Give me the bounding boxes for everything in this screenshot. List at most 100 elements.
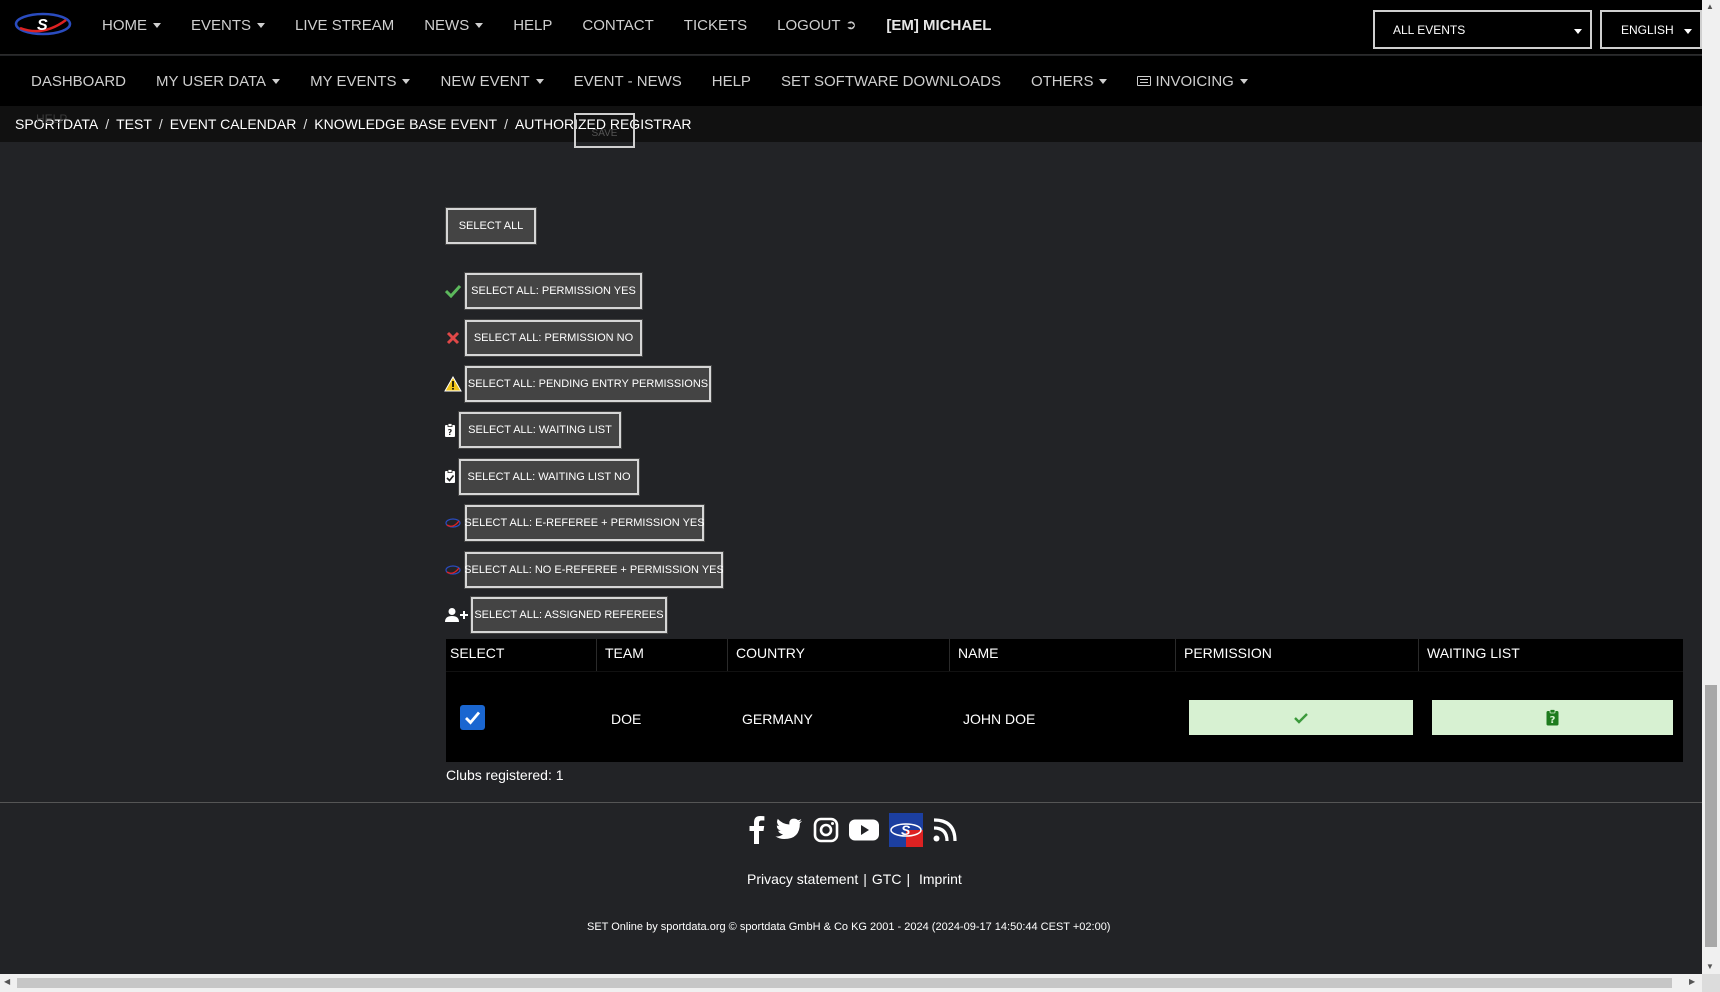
caret-down-icon [272,78,281,84]
instagram-icon[interactable] [813,817,839,843]
svg-text:?: ? [1550,715,1556,726]
column-header-select: SELECT [450,645,505,661]
check-icon [444,282,462,300]
column-header-waiting-list: WAITING LIST [1427,645,1520,661]
nav-live-stream[interactable]: LIVE STREAM [295,17,394,34]
svg-text:S: S [37,17,48,34]
subnav-others[interactable]: OTHERS [1031,73,1108,90]
select-all-permission-yes-button[interactable]: SELECT ALL: PERMISSION YES [464,272,643,310]
footer-links: Privacy statement | GTC | Imprint [747,871,962,887]
sub-navbar: DASHBOARD MY USER DATA MY EVENTS NEW EVE… [0,56,1702,106]
nav-user[interactable]: [EM] MICHAEL [886,17,991,34]
select-all-pending-button[interactable]: SELECT ALL: PENDING ENTRY PERMISSIONS [464,365,712,403]
scroll-up-icon[interactable]: ▲ [1706,2,1714,11]
clipboard-question-icon: ? [1546,709,1559,726]
breadcrumb-test[interactable]: TEST [116,116,152,132]
user-plus-icon [444,606,470,624]
caret-down-icon [475,22,484,28]
sportdata-icon[interactable]: S [889,813,923,847]
cell-country: GERMANY [742,711,813,727]
checkmark-icon [465,711,481,725]
sportdata-logo[interactable]: S [14,11,72,37]
nav-contact[interactable]: CONTACT [582,17,653,34]
subnav-my-user-data[interactable]: MY USER DATA [156,73,281,90]
imprint-link[interactable]: Imprint [919,871,962,887]
row-select-checkbox[interactable] [460,705,485,730]
caret-down-icon [153,22,161,28]
nav-tickets[interactable]: TICKETS [684,17,747,34]
cell-team: DOE [611,711,642,727]
cell-name: JOHN DOE [963,711,1036,727]
svg-text:S: S [901,822,911,838]
nav-help[interactable]: HELP [513,17,552,34]
select-all-waiting-list-button[interactable]: SELECT ALL: WAITING LIST [458,411,622,449]
warning-icon [444,375,462,393]
column-header-team: TEAM [605,645,644,661]
ereferee-icon [444,514,462,532]
select-all-ereferee-permission-yes-button[interactable]: SELECT ALL: E-REFEREE + PERMISSION YES [464,504,705,542]
select-all-no-ereferee-permission-yes-button[interactable]: SELECT ALL: NO E-REFEREE + PERMISSION YE… [464,551,724,589]
clipboard-question-icon: ? [441,421,459,439]
table-row: DOE GERMANY JOHN DOE ? [446,671,1683,762]
logout-icon: ➲ [845,17,857,32]
select-all-permission-no-button[interactable]: SELECT ALL: PERMISSION NO [464,319,643,357]
scrollbar-corner [1702,974,1720,992]
top-navbar: S HOME EVENTS LIVE STREAM NEWS HELP CONT… [0,0,1702,55]
footer-divider [0,802,1702,803]
subnav-set-software-downloads[interactable]: SET SOFTWARE DOWNLOADS [781,73,1001,90]
nav-logout[interactable]: LOGOUT ➲ [777,17,856,34]
invoice-icon [1137,76,1152,86]
table-header: SELECT TEAM COUNTRY NAME PERMISSION WAIT… [446,639,1683,671]
youtube-icon[interactable] [849,819,879,841]
ghost-help-link: HELP [36,112,68,126]
nav-news[interactable]: NEWS [424,17,484,34]
copyright-text: SET Online by sportdata.org © sportdata … [587,921,1111,933]
rss-icon[interactable] [933,818,957,842]
select-all-assigned-referees-button[interactable]: SELECT ALL: ASSIGNED REFEREES [470,596,668,634]
horizontal-scroll-thumb[interactable] [17,978,1672,988]
check-icon [1294,712,1308,724]
subnav-help[interactable]: HELP [712,73,751,90]
column-header-name: NAME [958,645,999,661]
svg-text:?: ? [448,428,453,437]
gtc-link[interactable]: GTC [872,871,902,887]
select-all-waiting-list-no-button[interactable]: SELECT ALL: WAITING LIST NO [458,458,640,496]
scroll-down-icon[interactable]: ▼ [1706,962,1714,971]
permission-status-button[interactable] [1189,700,1413,735]
facebook-icon[interactable] [748,816,765,844]
vertical-scroll-thumb[interactable] [1705,685,1717,947]
vertical-scrollbar[interactable]: ▲ ▼ [1702,0,1720,974]
caret-down-icon [1574,29,1582,34]
subnav-event-news[interactable]: EVENT - NEWS [574,73,682,90]
breadcrumb-event-calendar[interactable]: EVENT CALENDAR [170,116,297,132]
save-button[interactable]: SAVE [574,113,635,148]
language-select[interactable]: ENGLISH [1600,10,1702,49]
waiting-list-status-button[interactable]: ? [1432,700,1673,735]
subnav-invoicing[interactable]: INVOICING [1137,73,1248,90]
privacy-statement-link[interactable]: Privacy statement [747,871,858,887]
event-select[interactable]: ALL EVENTS [1373,10,1592,49]
twitter-icon[interactable] [775,818,803,842]
horizontal-scrollbar[interactable]: ◀ ▶ [0,974,1702,992]
social-links: S [748,813,957,847]
breadcrumb-bar: SPORTDATA / TEST / EVENT CALENDAR / KNOWLED… [0,106,1702,142]
subnav-my-events[interactable]: MY EVENTS [310,73,411,90]
column-header-permission: PERMISSION [1184,645,1272,661]
subnav-new-event[interactable]: NEW EVENT [440,73,544,90]
cross-icon [444,329,462,347]
caret-down-icon [1099,78,1108,84]
caret-down-icon [1239,78,1248,84]
nav-events[interactable]: EVENTS [191,17,266,34]
scroll-right-icon[interactable]: ▶ [1689,977,1695,986]
scroll-left-icon[interactable]: ◀ [4,977,10,986]
nav-home[interactable]: HOME [102,17,161,34]
select-all-button[interactable]: SELECT ALL [445,207,537,245]
subnav-dashboard[interactable]: DASHBOARD [31,73,126,90]
clubs-registered-text: Clubs registered: 1 [446,767,564,783]
caret-down-icon [257,22,266,28]
caret-down-icon [535,78,544,84]
ereferee-icon [444,561,462,579]
breadcrumb-knowledge-base-event[interactable]: KNOWLEDGE BASE EVENT [314,116,497,132]
caret-down-icon [1684,29,1692,34]
clipboard-check-icon [441,467,459,485]
